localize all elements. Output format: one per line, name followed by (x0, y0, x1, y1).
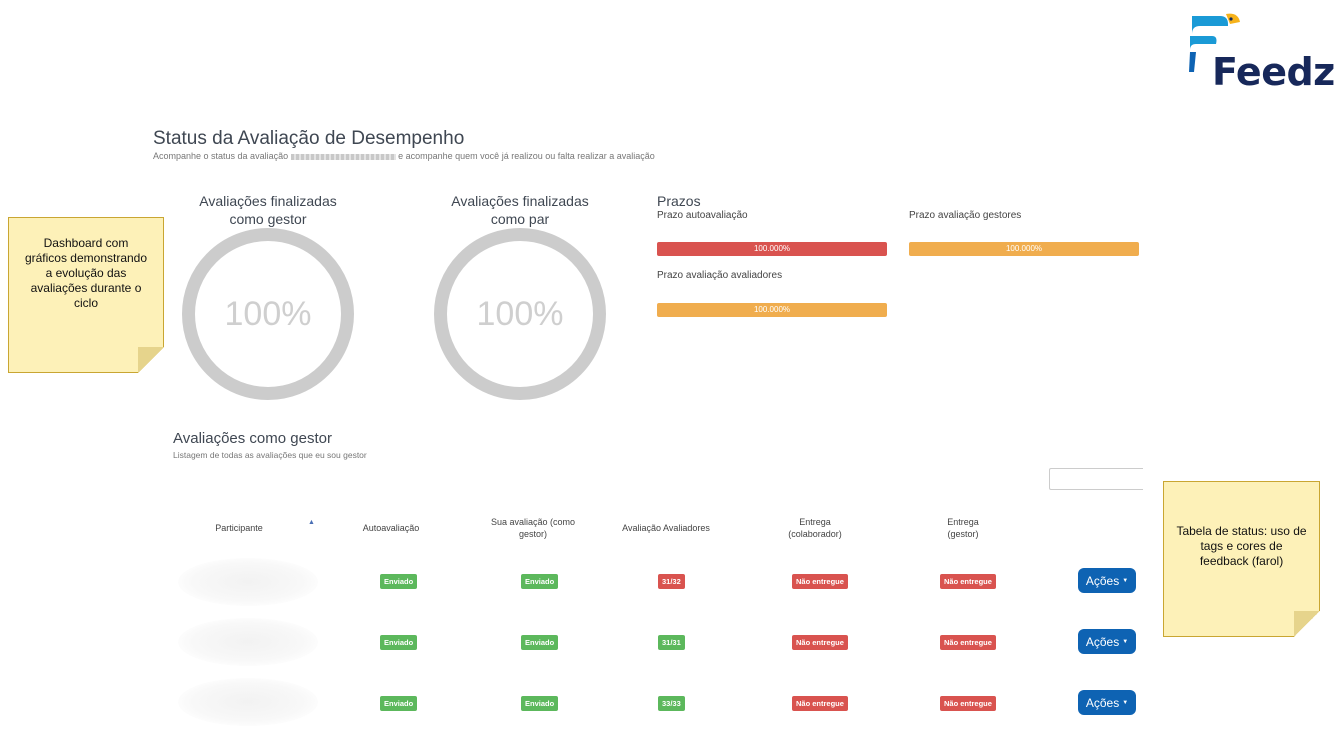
col-header-sua-avaliacao[interactable]: Sua avaliação (como gestor) (478, 516, 588, 540)
col-header-avaliadores[interactable]: Avaliação Avaliadores (611, 522, 721, 534)
section-subtitle: Listagem de todas as avaliações que eu s… (173, 450, 367, 460)
donut-par-value: 100% (476, 294, 564, 333)
page-fold-icon (1294, 611, 1320, 637)
caret-down-icon: ▼ (1122, 699, 1129, 706)
status-tag-autoavaliacao: Enviado (380, 696, 418, 711)
page-fold-icon (138, 347, 164, 373)
prazo-autoavaliacao-bar: 100.000% (657, 242, 887, 256)
donut-gestor-title: Avaliações finalizadas como gestor (178, 192, 358, 228)
participant-avatar-blurred (178, 678, 318, 726)
prazos-title: Prazos (657, 193, 701, 209)
page-title: Status da Avaliação de Desempenho (153, 128, 465, 149)
subtitle-text-start: Acompanhe o status da avaliação (153, 151, 289, 161)
status-tag-entrega-colaborador: Não entregue (792, 635, 848, 650)
col-header-sua-avaliacao-line1: Sua avaliação (como (490, 517, 576, 527)
participant-avatar-blurred (178, 558, 318, 606)
col-header-entrega-colaborador-line2: (colaborador) (788, 529, 842, 539)
donut-chart-par: 100% (434, 228, 606, 400)
status-tag-entrega-colaborador: Não entregue (792, 574, 848, 589)
acoes-label: Ações (1085, 634, 1120, 649)
donut-par-title-line1: Avaliações finalizadas (451, 193, 589, 209)
acoes-dropdown-button[interactable]: Ações ▼ (1078, 690, 1136, 715)
col-header-autoavaliacao[interactable]: Autoavaliação (346, 522, 436, 534)
donut-chart-gestor: 100% (182, 228, 354, 400)
status-tag-sua-avaliacao: Enviado (521, 574, 559, 589)
col-header-participante[interactable]: Participante (199, 522, 279, 534)
feedz-logo: Feedz (1186, 12, 1335, 94)
donut-gestor-value: 100% (224, 294, 312, 333)
status-tag-entrega-colaborador: Não entregue (792, 696, 848, 711)
subtitle-text-end: e acompanhe quem você já realizou ou fal… (398, 151, 655, 161)
page-subtitle: Acompanhe o status da avaliação e acompa… (153, 151, 655, 161)
col-header-sua-avaliacao-line2: gestor) (518, 529, 547, 539)
acoes-dropdown-button[interactable]: Ações ▼ (1078, 568, 1136, 593)
status-tag-avaliadores: 31/32 (658, 574, 685, 589)
section-title: Avaliações como gestor (173, 430, 332, 447)
acoes-dropdown-button[interactable]: Ações ▼ (1078, 629, 1136, 654)
col-header-entrega-gestor-line1: Entrega (947, 517, 979, 527)
status-tag-sua-avaliacao: Enviado (521, 696, 559, 711)
caret-down-icon: ▼ (1122, 638, 1129, 645)
caret-down-icon: ▼ (1122, 577, 1129, 584)
donut-par-title: Avaliações finalizadas como par (430, 192, 610, 228)
prazo-avaliadores-bar: 100.000% (657, 303, 887, 317)
donut-gestor-title-line2: como gestor (229, 211, 307, 227)
prazo-avaliadores-label: Prazo avaliação avaliadores (657, 270, 783, 281)
col-header-entrega-gestor-line2: (gestor) (947, 529, 979, 539)
donut-gestor-title-line1: Avaliações finalizadas (199, 193, 337, 209)
prazo-autoavaliacao-label: Prazo autoavaliação (657, 210, 748, 221)
acoes-label: Ações (1085, 573, 1120, 588)
prazo-gestores-label: Prazo avaliação gestores (909, 210, 1022, 221)
sticky-note-dashboard: Dashboard com gráficos demonstrando a ev… (8, 217, 164, 373)
status-tag-autoavaliacao: Enviado (380, 574, 418, 589)
status-tag-autoavaliacao: Enviado (380, 635, 418, 650)
status-tag-entrega-gestor: Não entregue (940, 574, 996, 589)
logo-text: Feedz (1212, 50, 1335, 94)
prazo-gestores-bar: 100.000% (909, 242, 1139, 256)
table-search-input[interactable] (1049, 468, 1143, 490)
redacted-cycle-name (290, 153, 396, 160)
acoes-label: Ações (1085, 695, 1120, 710)
col-header-entrega-gestor[interactable]: Entrega (gestor) (913, 516, 1013, 540)
status-tag-entrega-gestor: Não entregue (940, 696, 996, 711)
sticky-note-table: Tabela de status: uso de tags e cores de… (1163, 481, 1320, 637)
sticky-note-dashboard-text: Dashboard com gráficos demonstrando a ev… (24, 236, 148, 310)
sort-ascending-icon[interactable]: ▲ (308, 519, 315, 526)
status-tag-sua-avaliacao: Enviado (521, 635, 559, 650)
status-tag-avaliadores: 31/31 (658, 635, 685, 650)
participant-avatar-blurred (178, 618, 318, 666)
donut-par-title-line2: como par (490, 211, 550, 227)
col-header-entrega-colaborador[interactable]: Entrega (colaborador) (765, 516, 865, 540)
sticky-note-table-text: Tabela de status: uso de tags e cores de… (1176, 524, 1307, 568)
col-header-entrega-colaborador-line1: Entrega (799, 517, 831, 527)
status-tag-avaliadores: 33/33 (658, 696, 685, 711)
status-tag-entrega-gestor: Não entregue (940, 635, 996, 650)
